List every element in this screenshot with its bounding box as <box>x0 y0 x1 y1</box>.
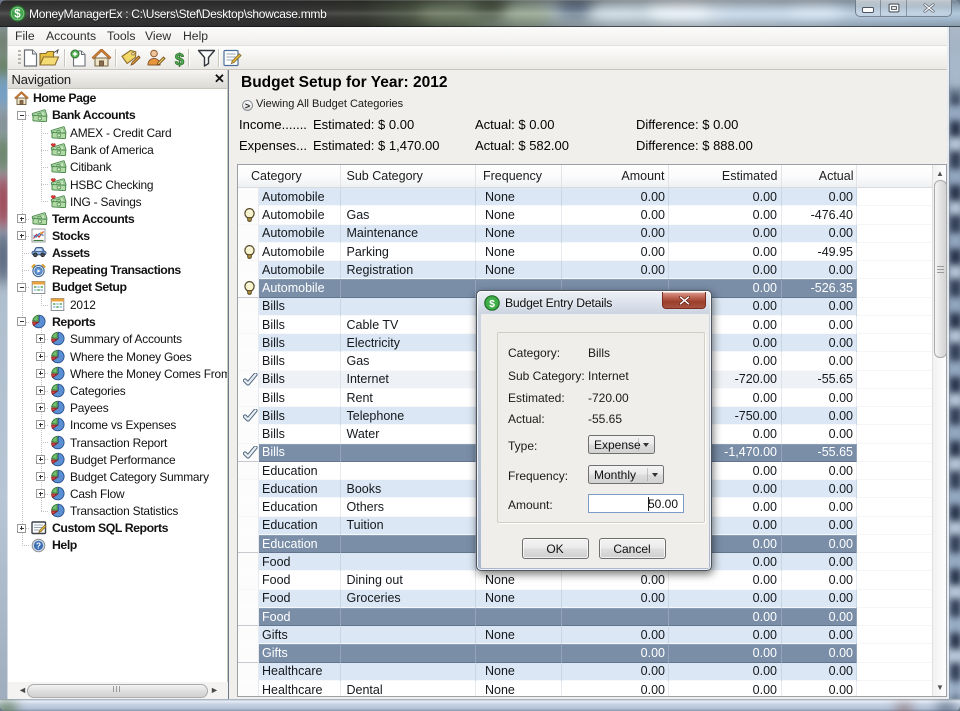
svg-text:$: $ <box>14 9 21 21</box>
svg-text:?: ? <box>36 540 41 550</box>
svg-text:$: $ <box>175 50 185 68</box>
svg-text:$: $ <box>489 298 495 310</box>
